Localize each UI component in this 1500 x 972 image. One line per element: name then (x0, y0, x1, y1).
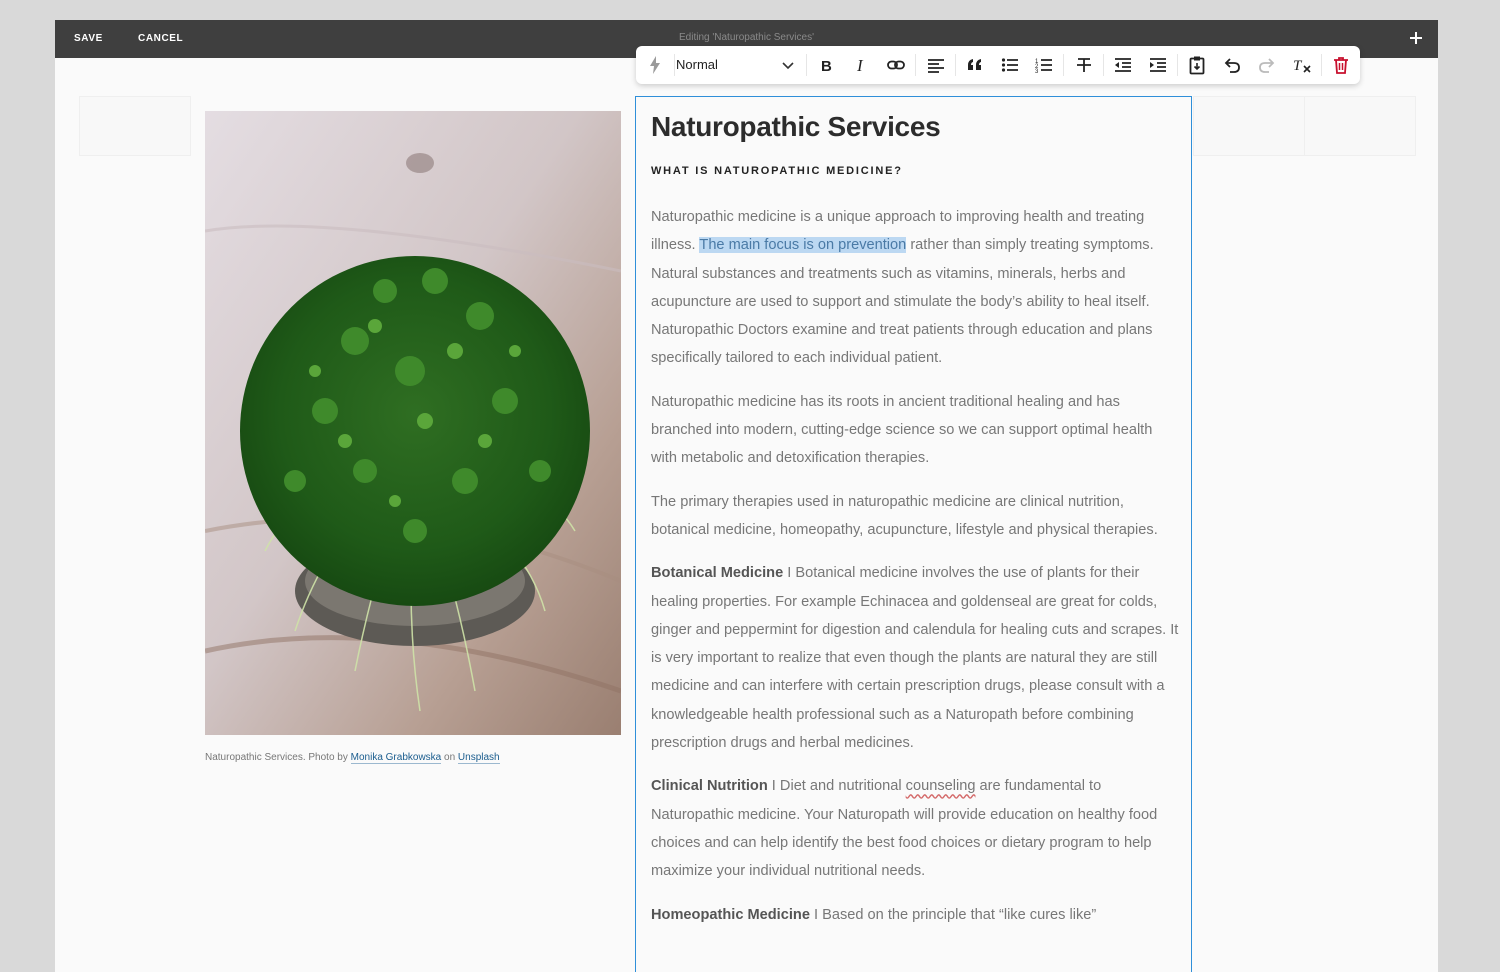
empty-block-right-1[interactable] (1193, 96, 1305, 156)
svg-text:I: I (856, 56, 864, 75)
toolbar-divider (1177, 54, 1178, 76)
text-editor[interactable]: Naturopathic Services WHAT IS NATUROPATH… (635, 96, 1192, 972)
empty-block-right-2[interactable] (1304, 96, 1416, 156)
paragraph-nutrition[interactable]: Clinical Nutrition I Diet and nutritiona… (651, 772, 1181, 885)
toolbar-divider (1063, 54, 1064, 76)
caption-author-link[interactable]: Monika Grabkowska (350, 752, 442, 764)
outdent-icon[interactable] (1113, 55, 1133, 75)
strikethrough-icon[interactable] (1074, 55, 1094, 75)
selected-text[interactable]: The main focus is on prevention (699, 237, 907, 254)
editing-title: Editing 'Naturopathic Services' (679, 32, 814, 43)
indent-icon[interactable] (1148, 55, 1168, 75)
microgreens-photo[interactable] (205, 111, 621, 735)
plus-icon[interactable] (1406, 28, 1426, 48)
p1-end: rather than simply treating symptoms. Na… (651, 237, 1154, 367)
delete-icon[interactable] (1331, 55, 1351, 75)
toolbar-divider (955, 54, 956, 76)
empty-block-left[interactable] (79, 96, 191, 156)
block-style-select[interactable]: Normal (676, 55, 796, 75)
toolbar-divider (1321, 54, 1322, 76)
bold-icon[interactable]: B (816, 55, 836, 75)
image-caption: Naturopathic Services. Photo by Monika G… (205, 752, 500, 764)
botanical-text: I Botanical medicine involves the use of… (651, 565, 1179, 752)
toolbar-divider (806, 54, 807, 76)
undo-icon[interactable] (1222, 55, 1242, 75)
botanical-heading: Botanical Medicine (651, 565, 784, 582)
svg-text:B: B (821, 58, 832, 75)
caption-on: on (444, 752, 456, 763)
link-icon[interactable] (886, 55, 906, 75)
numbered-list-icon[interactable]: 123 (1034, 55, 1054, 75)
editor-content[interactable]: Naturopathic Services WHAT IS NATUROPATH… (651, 111, 1181, 944)
nutrition-heading: Clinical Nutrition (651, 778, 768, 795)
section-heading[interactable]: WHAT IS NATUROPATHIC MEDICINE? (651, 165, 1181, 177)
paragraph-homeopathic[interactable]: Homeopathic Medicine I Based on the prin… (651, 901, 1181, 929)
paragraph-intro[interactable]: Naturopathic medicine is a unique approa… (651, 203, 1181, 373)
clear-format-icon[interactable]: T (1292, 55, 1312, 75)
page-title[interactable]: Naturopathic Services (651, 111, 1181, 143)
caption-prefix: Naturopathic Services. Photo by (205, 752, 348, 763)
toolbar-divider (674, 54, 675, 76)
formatting-toolbar: Normal B I 123 T (636, 46, 1360, 84)
caption-source-link[interactable]: Unsplash (457, 752, 500, 764)
homeopathic-heading: Homeopathic Medicine (651, 906, 810, 923)
redo-icon[interactable] (1257, 55, 1277, 75)
toolbar-divider (1103, 54, 1104, 76)
svg-text:T: T (1293, 58, 1303, 74)
lightning-icon[interactable] (645, 55, 665, 75)
editor-page: SAVE CANCEL Editing 'Naturopathic Servic… (55, 20, 1438, 972)
align-left-icon[interactable] (926, 55, 946, 75)
paragraph-roots[interactable]: Naturopathic medicine has its roots in a… (651, 388, 1181, 473)
italic-icon[interactable]: I (851, 55, 871, 75)
svg-text:3: 3 (1035, 69, 1039, 75)
toolbar-divider (915, 54, 916, 76)
paragraph-therapies[interactable]: The primary therapies used in naturopath… (651, 488, 1181, 545)
misspelled-word[interactable]: counseling (906, 778, 976, 794)
nutrition-text-start: I Diet and nutritional (767, 778, 906, 795)
paste-icon[interactable] (1187, 55, 1207, 75)
bullet-list-icon[interactable] (1000, 55, 1020, 75)
homeopathic-text: I Based on the principle that “like cure… (809, 906, 1097, 923)
blockquote-icon[interactable] (965, 55, 985, 75)
chevron-down-icon (780, 57, 796, 73)
paragraph-botanical[interactable]: Botanical Medicine I Botanical medicine … (651, 559, 1181, 757)
block-style-value: Normal (676, 57, 718, 72)
